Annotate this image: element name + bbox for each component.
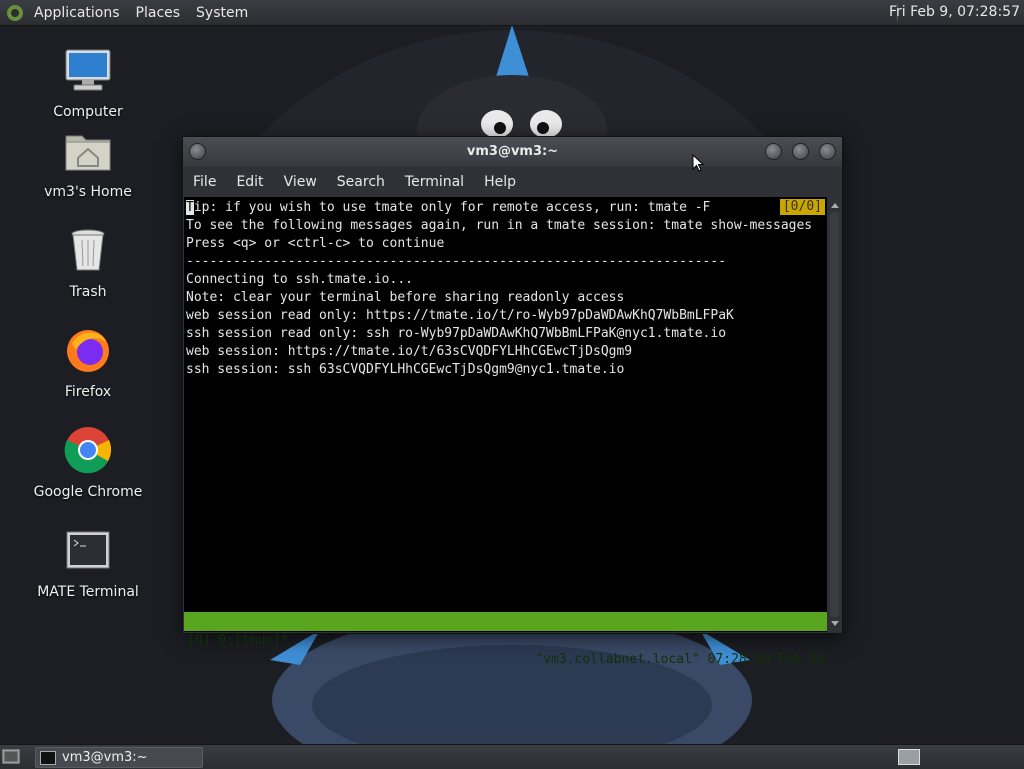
window-titlebar[interactable]: vm3@vm3:~: [183, 137, 842, 167]
trash-icon: [71, 229, 105, 271]
menu-view[interactable]: View: [274, 174, 327, 190]
scroll-down-arrow-icon[interactable]: [831, 621, 839, 626]
show-desktop-icon[interactable]: [2, 748, 20, 765]
menu-applications[interactable]: Applications: [26, 5, 128, 21]
tmux-status-bar: [0] 0:[tmux]* "vm3.collabnet.local" 07:2…: [184, 612, 827, 667]
desktop-icon-terminal[interactable]: MATE Terminal: [28, 526, 148, 600]
desktop-icon-firefox[interactable]: Firefox: [28, 326, 148, 400]
scrollbar-thumb[interactable]: [830, 212, 839, 617]
terminal-line: web session read only: https://tmate.io/…: [186, 308, 734, 323]
scroll-up-arrow-icon[interactable]: [831, 203, 839, 208]
terminal-line: Tip: if you wish to use tmate only for r…: [186, 199, 812, 217]
terminal-scrollbar[interactable]: [828, 197, 841, 632]
terminal-line: web session: https://tmate.io/t/63sCVQDF…: [186, 344, 633, 359]
chrome-icon: [64, 427, 112, 474]
terminal-line: ssh session: ssh 63sCVQDFYLHhCGEwcTjDsQg…: [186, 362, 625, 377]
tmux-status-right: "vm3.collabnet.local" 07:28 09-Feb-24: [535, 652, 825, 667]
minimize-button[interactable]: [765, 143, 782, 160]
desktop-icon-label: MATE Terminal: [37, 584, 139, 600]
firefox-icon: [67, 330, 109, 372]
menu-file[interactable]: File: [183, 174, 226, 190]
desktop-icon-label: vm3's Home: [44, 184, 132, 200]
desktop-icon-label: Google Chrome: [33, 484, 143, 500]
menu-search[interactable]: Search: [327, 174, 395, 190]
tmux-status-left: [0] 0:[tmux]*: [187, 633, 289, 648]
terminal-line: To see the following messages again, run…: [186, 218, 813, 233]
terminal-line-text: ip: if you wish to use tmate only for re…: [193, 200, 711, 215]
terminal-window[interactable]: vm3@vm3:~ File Edit View Search Terminal…: [182, 136, 843, 667]
workspace-switcher[interactable]: [898, 749, 920, 765]
panel-clock[interactable]: Fri Feb 9, 07:28:57: [889, 4, 1020, 20]
menu-help[interactable]: Help: [474, 174, 526, 190]
taskbar-button-label: vm3@vm3:~: [62, 750, 148, 765]
desktop-icon-computer[interactable]: Computer: [28, 46, 148, 120]
desktop-icon-home[interactable]: vm3's Home: [28, 126, 148, 200]
menu-places[interactable]: Places: [128, 5, 189, 21]
desktop-icon-label: Computer: [53, 104, 123, 120]
terminal-icon: [66, 531, 110, 569]
terminal-cursor: T: [186, 200, 194, 215]
terminal-line: ----------------------------------------…: [186, 254, 727, 269]
window-title: vm3@vm3:~: [466, 144, 559, 159]
top-panel: Applications Places System Fri Feb 9, 07…: [0, 0, 1024, 26]
close-button[interactable]: [819, 143, 836, 160]
terminal-line: ssh session read only: ssh ro-Wyb97pDaWD…: [186, 326, 727, 341]
desktop-icon-chrome[interactable]: Google Chrome: [28, 426, 148, 500]
menu-terminal[interactable]: Terminal: [395, 174, 474, 190]
terminal-line: Connecting to ssh.tmate.io...: [186, 272, 413, 287]
tmux-position-indicator: [0/0]: [779, 199, 825, 215]
bottom-panel: vm3@vm3:~: [0, 744, 1024, 769]
maximize-button[interactable]: [792, 143, 809, 160]
terminal-icon: [40, 751, 56, 765]
window-menubar: File Edit View Search Terminal Help: [183, 169, 842, 195]
terminal-line: Press <q> or <ctrl-c> to continue: [186, 236, 445, 251]
desktop-icon-label: Firefox: [64, 384, 112, 400]
menu-system[interactable]: System: [188, 5, 256, 21]
terminal-output: Tip: if you wish to use tmate only for r…: [186, 199, 812, 379]
desktop-icon-trash[interactable]: Trash: [28, 226, 148, 300]
home-folder-icon: [65, 135, 111, 171]
terminal-screen[interactable]: Tip: if you wish to use tmate only for r…: [184, 197, 827, 667]
menu-edit[interactable]: Edit: [226, 174, 273, 190]
computer-icon: [65, 49, 111, 91]
mouse-pointer-icon: [692, 154, 704, 172]
mate-logo-icon[interactable]: [6, 4, 24, 22]
terminal-line: Note: clear your terminal before sharing…: [186, 290, 625, 305]
desktop-icon-label: Trash: [69, 284, 107, 300]
taskbar-button-terminal[interactable]: vm3@vm3:~: [35, 747, 203, 768]
